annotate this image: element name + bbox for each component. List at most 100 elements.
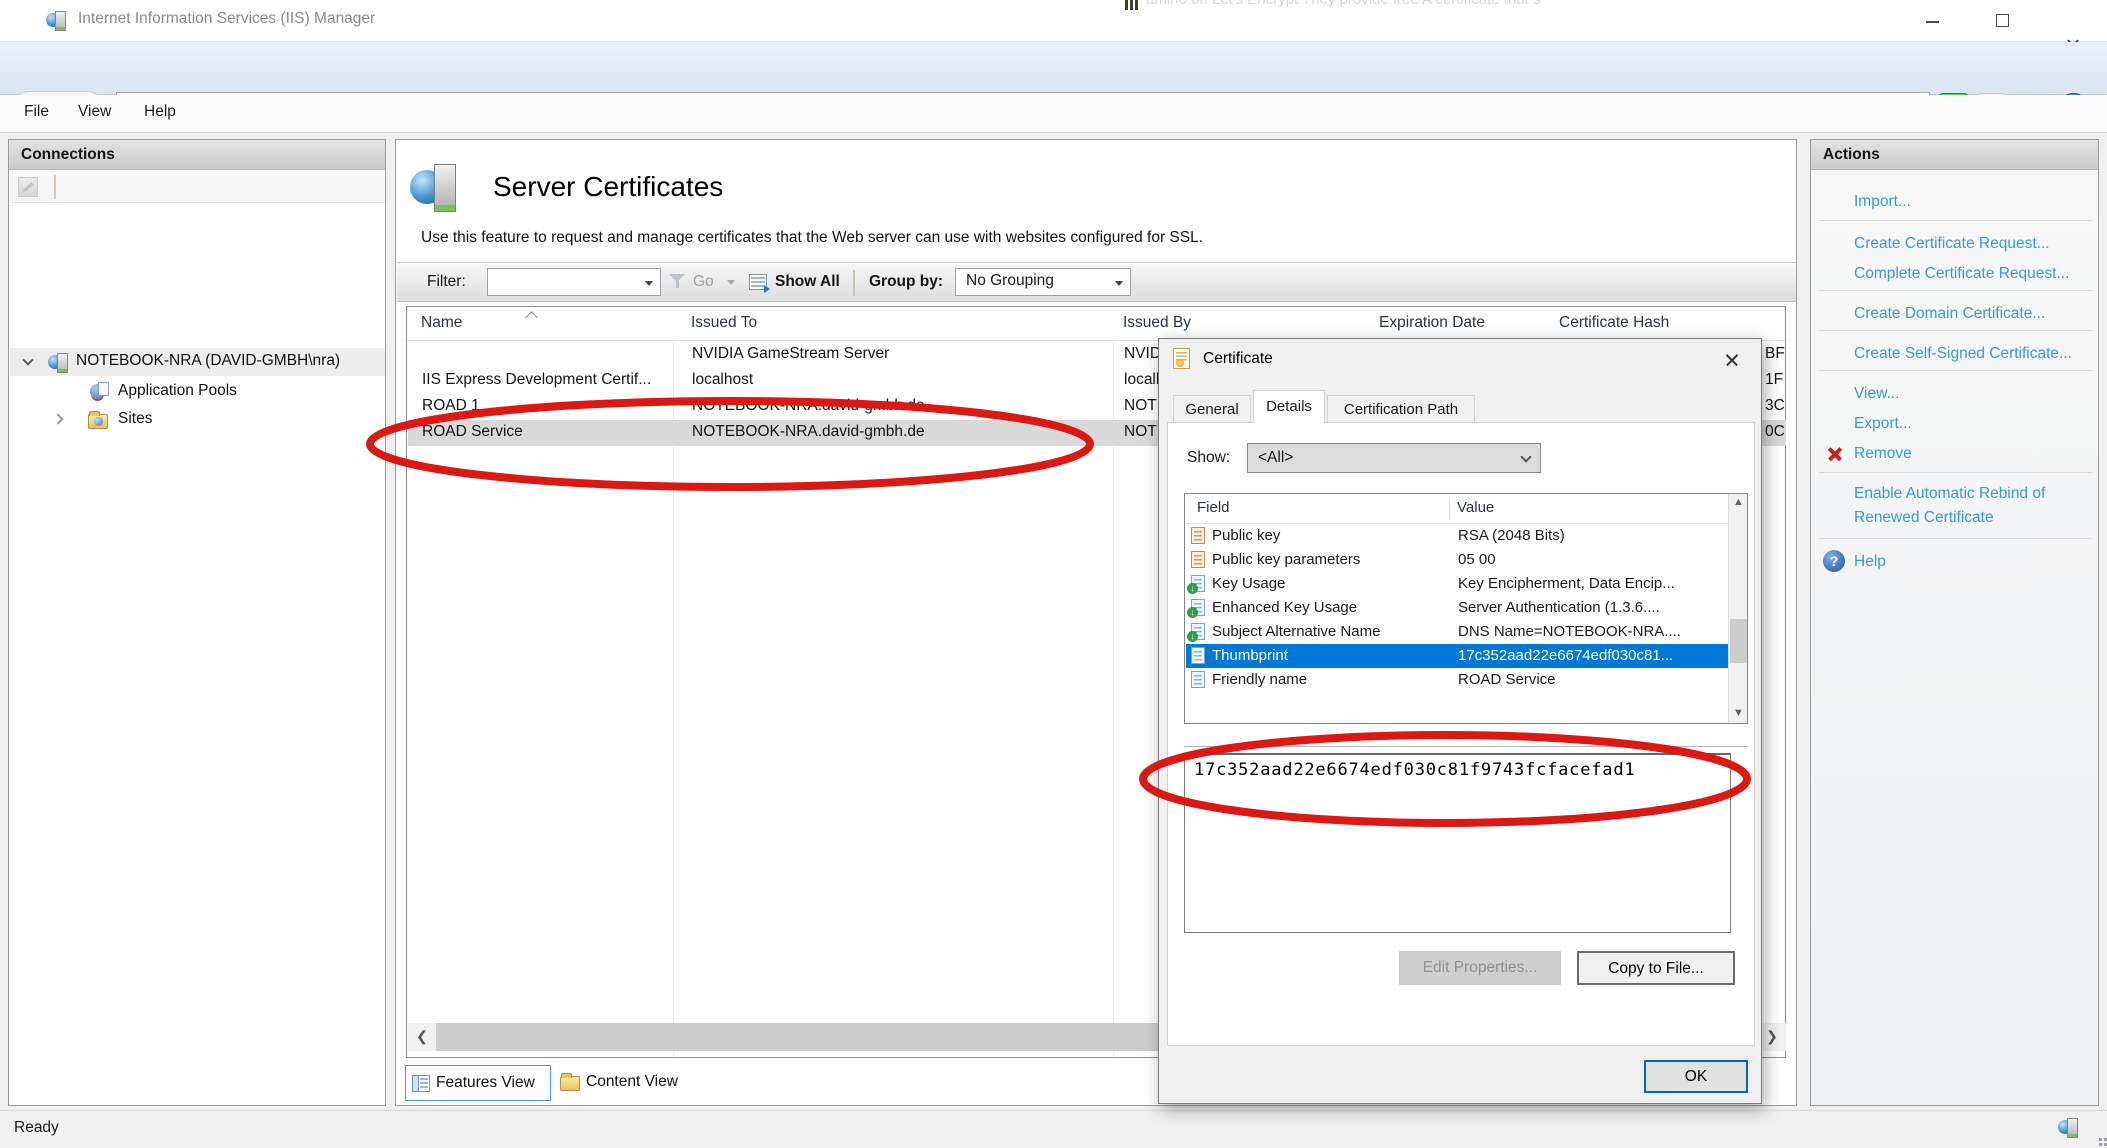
field-name: Key Usage [1212, 575, 1285, 592]
chevron-right-icon[interactable] [52, 413, 63, 424]
scroll-down-icon[interactable]: ▼ [1729, 705, 1748, 723]
column-header-field[interactable]: Field [1197, 499, 1230, 516]
scroll-right-icon[interactable]: ❯ [1758, 1023, 1786, 1051]
resize-grip[interactable] [2099, 1138, 2102, 1141]
features-view-icon [412, 1075, 430, 1092]
column-header-name[interactable]: Name [421, 314, 462, 332]
field-value: RSA (2048 Bits) [1458, 527, 1726, 544]
cell-issued-to: NVIDIA GameStream Server [692, 345, 1110, 363]
certificate-field-icon [1191, 527, 1205, 544]
iis-app-icon [46, 10, 66, 30]
copy-to-file-button[interactable]: Copy to File... [1577, 951, 1735, 985]
tab-general[interactable]: General [1173, 395, 1251, 423]
go-button[interactable]: Go [693, 273, 714, 291]
field-name: Subject Alternative Name [1212, 623, 1380, 640]
group-by-value: No Grouping [966, 272, 1054, 290]
actions-header: Actions [1811, 140, 2098, 170]
show-all-button[interactable]: Show All [775, 273, 840, 291]
action-label: Complete Certificate Request... [1854, 262, 2094, 286]
tab-certification-path[interactable]: Certification Path [1327, 395, 1475, 423]
field-row[interactable]: Enhanced Key Usage Server Authentication… [1186, 596, 1730, 620]
tree-item-server[interactable]: NOTEBOOK-NRA (DAVID-GMBH\nra) [10, 348, 385, 376]
filter-funnel-icon[interactable] [669, 273, 685, 289]
go-dropdown-icon[interactable] [727, 280, 735, 285]
scrollbar-thumb[interactable] [1730, 619, 1747, 663]
separator [1819, 538, 2092, 539]
chevron-down-icon[interactable] [22, 354, 33, 365]
tree-item-sites[interactable]: Sites [10, 406, 385, 434]
certificate-dialog: Certificate General Details Certificatio… [1158, 338, 1762, 1104]
menu-file[interactable]: File [24, 103, 49, 121]
column-header-issued-by[interactable]: Issued By [1123, 314, 1191, 332]
action-label: Create Certificate Request... [1854, 232, 2094, 256]
connections-toolbar [10, 171, 385, 203]
field-row[interactable]: Key Usage Key Encipherment, Data Encip..… [1186, 572, 1730, 596]
column-header-expiration[interactable]: Expiration Date [1379, 314, 1485, 332]
show-value: <All> [1258, 449, 1293, 466]
vertical-scrollbar[interactable]: ▲ ▼ [1728, 494, 1747, 723]
scroll-up-icon[interactable]: ▲ [1729, 494, 1748, 512]
create-connection-icon[interactable] [18, 177, 38, 197]
status-text: Ready [14, 1119, 59, 1137]
background-window-artifact [1125, 0, 1141, 10]
extension-field-icon [1191, 599, 1205, 616]
menu-help[interactable]: Help [144, 103, 176, 121]
filter-input[interactable] [487, 268, 661, 296]
tab-details[interactable]: Details [1253, 390, 1325, 423]
tab-label: Features View [436, 1074, 535, 1091]
edit-properties-button: Edit Properties... [1399, 951, 1561, 985]
tree-item-label: Sites [118, 410, 152, 428]
status-bar: Ready [0, 1110, 2107, 1148]
server-certificates-icon [410, 164, 458, 212]
field-name: Thumbprint [1212, 647, 1288, 664]
separator [1819, 220, 2092, 221]
chevron-down-icon [1520, 451, 1531, 462]
thumbprint-value-box[interactable]: 17c352aad22e6674edf030c81f9743fcfacefad1 [1184, 753, 1731, 933]
field-value: 17c352aad22e6674edf030c81... [1458, 647, 1726, 664]
tree-item-label: Application Pools [118, 382, 237, 400]
field-value: Server Authentication (1.3.6.... [1458, 599, 1726, 616]
cell-issued-to: NOTEBOOK-NRA.david-gmbh.de [692, 423, 1110, 441]
field-row[interactable]: Public key parameters 05 00 [1186, 548, 1730, 572]
field-row[interactable]: Public key RSA (2048 Bits) [1186, 524, 1730, 548]
field-row[interactable]: Subject Alternative Name DNS Name=NOTEBO… [1186, 620, 1730, 644]
actions-panel: Actions Import... Create Certificate Req… [1810, 139, 2099, 1106]
action-label: Export... [1854, 412, 2094, 436]
action-label: Import... [1854, 190, 2094, 214]
action-label: Enable Automatic Rebind of Renewed Certi… [1854, 482, 2094, 530]
certificate-fields-list: Field Value Public key RSA (2048 Bits) P… [1184, 493, 1748, 724]
server-node-icon [48, 352, 68, 372]
divider [1184, 746, 1748, 747]
field-value: 05 00 [1458, 551, 1726, 568]
field-row-selected[interactable]: Thumbprint 17c352aad22e6674edf030c81... [1186, 644, 1730, 668]
action-label: Remove [1854, 442, 2094, 466]
sort-ascending-icon [525, 311, 538, 324]
menu-view[interactable]: View [78, 103, 111, 121]
content-view-icon [560, 1076, 580, 1091]
group-by-label: Group by: [869, 273, 943, 291]
separator [1819, 330, 2092, 331]
window-title: Internet Information Services (IIS) Mana… [78, 10, 375, 28]
filter-toolbar: Filter: Go Show All Group by: No Groupin… [397, 262, 1796, 302]
scroll-left-icon[interactable]: ❮ [408, 1023, 436, 1051]
dialog-close-icon[interactable] [1715, 346, 1749, 374]
group-by-select[interactable]: No Grouping [955, 268, 1131, 296]
column-separator [1449, 498, 1450, 520]
field-row[interactable]: Friendly name ROAD Service [1186, 668, 1730, 692]
column-header-issued-to[interactable]: Issued To [691, 314, 757, 332]
tab-label: Content View [586, 1073, 678, 1090]
action-label: Create Self-Signed Certificate... [1854, 342, 2094, 366]
thumbprint-value: 17c352aad22e6674edf030c81f9743fcfacefad1 [1194, 760, 1635, 780]
field-name: Enhanced Key Usage [1212, 599, 1357, 616]
show-select[interactable]: <All> [1247, 443, 1541, 473]
tab-features-view[interactable]: Features View [405, 1065, 551, 1101]
certificate-field-icon [1191, 551, 1205, 568]
dialog-title: Certificate [1203, 350, 1273, 368]
page-title: Server Certificates [493, 171, 723, 203]
field-name: Public key parameters [1212, 551, 1360, 568]
ok-button[interactable]: OK [1644, 1060, 1748, 1093]
column-header-hash[interactable]: Certificate Hash [1559, 314, 1669, 332]
tab-content-view[interactable]: Content View [556, 1065, 698, 1101]
tree-item-application-pools[interactable]: Application Pools [10, 378, 385, 406]
column-header-value[interactable]: Value [1457, 499, 1494, 516]
